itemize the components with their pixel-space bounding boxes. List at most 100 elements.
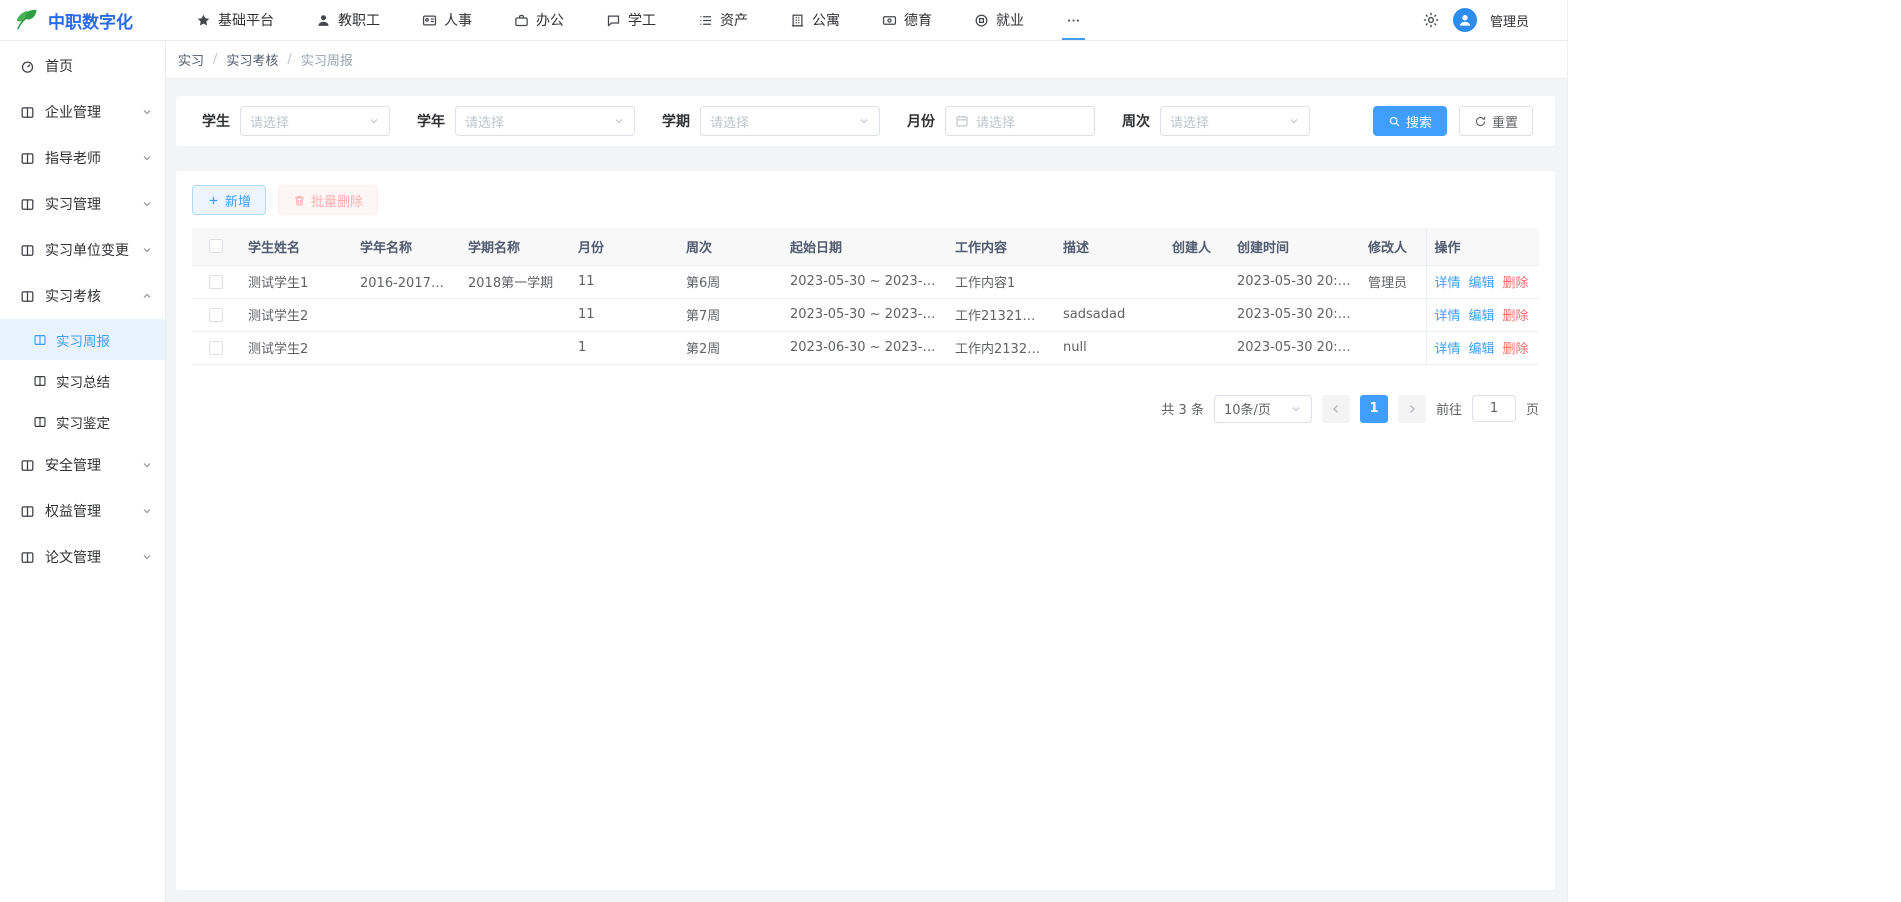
- nav-label: 公寓: [812, 10, 840, 30]
- select-all-checkbox[interactable]: [209, 239, 223, 253]
- semester-select[interactable]: 请选择: [700, 106, 880, 136]
- detail-link[interactable]: 详情: [1435, 276, 1461, 291]
- cell-student: 测试学生1: [240, 265, 352, 298]
- row-checkbox[interactable]: [209, 308, 223, 322]
- cell-student: 测试学生2: [240, 298, 352, 331]
- cell-term: [460, 298, 570, 331]
- filter-field-school-year: 学年 请选择: [417, 106, 635, 136]
- sidebar-subitem-weekly-report[interactable]: 实习周报: [0, 319, 165, 360]
- breadcrumb-item[interactable]: 实习: [178, 50, 204, 69]
- sidebar-item-internship-unit-change[interactable]: 实习单位变更: [0, 227, 165, 273]
- sidebar-item-mentor-teacher[interactable]: 指导老师: [0, 135, 165, 181]
- total-count: 共 3 条: [1161, 399, 1204, 418]
- sidebar-item-rights-mgmt[interactable]: 权益管理: [0, 488, 165, 534]
- sidebar-item-home[interactable]: 首页: [0, 43, 165, 89]
- breadcrumb-item[interactable]: 实习考核: [226, 50, 278, 69]
- cell-term: [460, 331, 570, 364]
- nav-item-student-affairs[interactable]: 学工: [598, 0, 664, 40]
- reset-button[interactable]: 重置: [1459, 106, 1533, 136]
- search-icon: [1388, 115, 1401, 128]
- cell-month: 1: [570, 331, 678, 364]
- nav-item-staff[interactable]: 教职工: [308, 0, 388, 40]
- col-header: 描述: [1055, 228, 1164, 265]
- batch-delete-button[interactable]: 批量删除: [278, 185, 378, 215]
- cell-week: 第7周: [678, 298, 782, 331]
- edit-link[interactable]: 编辑: [1469, 342, 1495, 357]
- sidebar-item-internship-mgmt[interactable]: 实习管理: [0, 181, 165, 227]
- chevron-down-icon: [141, 106, 153, 118]
- edit-link[interactable]: 编辑: [1469, 309, 1495, 324]
- sidebar-item-internship-assessment[interactable]: 实习考核: [0, 273, 165, 319]
- chevron-down-icon: [141, 198, 153, 210]
- delete-link[interactable]: 删除: [1503, 309, 1529, 324]
- row-checkbox[interactable]: [209, 275, 223, 289]
- grid-icon: [20, 458, 35, 473]
- table-header-row: 学生姓名 学年名称 学期名称 月份 周次 起始日期 工作内容 描述 创建人 创建…: [192, 228, 1539, 265]
- nav-label: 教职工: [338, 10, 380, 30]
- delete-link[interactable]: 删除: [1503, 342, 1529, 357]
- delete-link[interactable]: 删除: [1503, 276, 1529, 291]
- next-page-button[interactable]: [1398, 395, 1426, 423]
- nav-item-more[interactable]: [1058, 0, 1089, 40]
- col-header: 创建人: [1164, 228, 1229, 265]
- top-navbar: 中职数字化 基础平台 教职工 人事 办公 学工: [0, 0, 1567, 41]
- sidebar-item-label: 安全管理: [45, 455, 101, 475]
- cell-year: [352, 298, 460, 331]
- more-icon: [1066, 13, 1081, 28]
- grid-icon: [33, 333, 47, 347]
- breadcrumb-separator: /: [213, 52, 217, 67]
- grid-icon: [20, 550, 35, 565]
- grid-icon: [20, 289, 35, 304]
- col-header: 工作内容: [947, 228, 1055, 265]
- week-select[interactable]: 请选择: [1160, 106, 1310, 136]
- filter-field-week: 周次 请选择: [1122, 106, 1310, 136]
- sidebar-item-label: 指导老师: [45, 148, 101, 168]
- sidebar-item-label: 实习管理: [45, 194, 101, 214]
- cell-modifier: 管理员: [1360, 265, 1426, 298]
- goto-page-input[interactable]: [1472, 395, 1516, 422]
- cell-week: 第6周: [678, 265, 782, 298]
- col-header: 学期名称: [460, 228, 570, 265]
- sidebar-item-safety-mgmt[interactable]: 安全管理: [0, 442, 165, 488]
- cell-date-range: 2023-06-30 ~ 2023-07-30: [782, 331, 947, 364]
- sidebar-item-enterprise-mgmt[interactable]: 企业管理: [0, 89, 165, 135]
- cell-date-range: 2023-05-30 ~ 2023-05-30: [782, 298, 947, 331]
- avatar[interactable]: [1453, 8, 1477, 32]
- current-user[interactable]: 管理员: [1490, 11, 1529, 30]
- sidebar-subitem-internship-appraisal[interactable]: 实习鉴定: [0, 401, 165, 442]
- sidebar-item-label: 实习考核: [45, 286, 101, 306]
- search-button[interactable]: 搜索: [1373, 106, 1447, 136]
- month-date-picker[interactable]: 请选择: [945, 106, 1095, 136]
- nav-label: 就业: [996, 10, 1024, 30]
- row-checkbox[interactable]: [209, 341, 223, 355]
- school-year-select[interactable]: 请选择: [455, 106, 635, 136]
- nav-item-base-platform[interactable]: 基础平台: [188, 0, 282, 40]
- page-size-select[interactable]: 10条/页: [1214, 395, 1312, 423]
- nav-item-employment[interactable]: 就业: [966, 0, 1032, 40]
- nav-item-hr[interactable]: 人事: [414, 0, 480, 40]
- prev-page-button[interactable]: [1322, 395, 1350, 423]
- page-number-current[interactable]: 1: [1360, 395, 1388, 423]
- detail-link[interactable]: 详情: [1435, 342, 1461, 357]
- button-label: 批量删除: [311, 191, 363, 210]
- sidebar-item-thesis-mgmt[interactable]: 论文管理: [0, 534, 165, 580]
- add-button[interactable]: 新增: [192, 185, 266, 215]
- nav-label: 人事: [444, 10, 472, 30]
- nav-item-moral-education[interactable]: 德育: [874, 0, 940, 40]
- edit-link[interactable]: 编辑: [1469, 276, 1495, 291]
- student-select[interactable]: 请选择: [240, 106, 390, 136]
- cell-actions: 详情编辑删除: [1426, 298, 1539, 331]
- button-label: 新增: [225, 191, 251, 210]
- plus-icon: [207, 194, 220, 207]
- detail-link[interactable]: 详情: [1435, 309, 1461, 324]
- nav-item-assets[interactable]: 资产: [690, 0, 756, 40]
- chevron-down-icon: [141, 244, 153, 256]
- sidebar-subitem-internship-summary[interactable]: 实习总结: [0, 360, 165, 401]
- nav-item-apartment[interactable]: 公寓: [782, 0, 848, 40]
- chevron-down-icon: [613, 115, 625, 127]
- nav-label: 学工: [628, 10, 656, 30]
- gear-icon[interactable]: [1422, 11, 1440, 29]
- nav-item-office[interactable]: 办公: [506, 0, 572, 40]
- cell-modifier: [1360, 298, 1426, 331]
- select-placeholder: 请选择: [250, 112, 368, 131]
